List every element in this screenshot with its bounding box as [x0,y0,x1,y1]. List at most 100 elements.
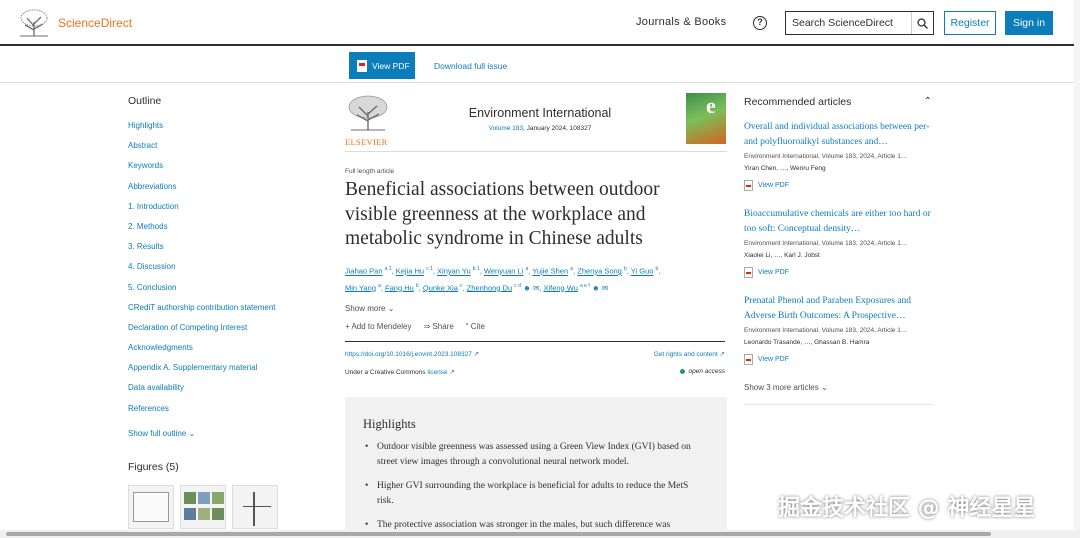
person-icon[interactable]: ☻ [523,283,531,292]
author-affiliation: c d [514,282,521,289]
help-icon[interactable]: ? [753,16,767,30]
add-mendeley-label: Add to Mendeley [351,322,412,331]
outline-item[interactable]: References [128,403,328,423]
outline-item[interactable]: Highlights [128,120,328,140]
figure-photo-graphic [212,492,224,504]
sign-in-button[interactable]: Sign in [1005,11,1053,35]
author-name[interactable]: Xinyan Yu [437,267,471,276]
article-title: Beneficial associations between outdoor … [345,179,660,249]
outline-item[interactable]: Declaration of Competing Interest [128,322,328,342]
outline-item[interactable]: 2. Methods [128,221,328,241]
outline-panel: Outline Highlights Abstract Keywords Abb… [128,95,328,438]
horizontal-scrollbar[interactable] [0,530,1080,538]
highlight-item: Outdoor visible greenness was assessed u… [363,440,703,470]
outline-item[interactable]: Abstract [128,140,328,160]
journal-title[interactable]: Environment International [345,106,735,120]
author-affiliation: b [655,266,659,272]
author-name[interactable]: Kejia Hu [396,267,424,276]
search-button[interactable] [911,12,933,34]
figures-title: Figures (5) [128,461,179,473]
email-icon[interactable]: ✉ [533,283,539,292]
vertical-scrollbar[interactable] [1074,0,1080,538]
outline-item[interactable]: Acknowledgments [128,342,328,362]
author-list: Jiahao Pan a 1, Kejia Hu c 1, Xinyan Yu … [345,266,661,292]
show-full-outline-label: Show full outline [128,428,187,438]
view-pdf-label: View PDF [372,60,410,71]
outline-item[interactable]: Abbreviations [128,181,328,201]
search-input[interactable] [786,12,911,34]
outline-item[interactable]: Appendix A. Supplementary material [128,362,328,382]
author-affiliation: a e f [580,282,590,289]
logo-text: ScienceDirect [58,16,133,30]
view-pdf-button[interactable]: View PDF [349,52,415,79]
download-full-issue-link[interactable]: Download full issue [434,61,507,71]
share-label: Share [432,322,454,331]
open-access-badge: open access [679,368,725,375]
article-type: Full length article [345,168,395,175]
outline-item[interactable]: 3. Results [128,241,328,261]
cite-button[interactable]: “ Cite [466,322,485,341]
outline-item[interactable]: 4. Discussion [128,261,328,281]
author-name[interactable]: Fang Hu [385,283,414,292]
recommended-article-authors: Leonardo Trasande, …, Ghassan B. Hamra [744,339,870,346]
author-name[interactable]: Min Yang [345,283,376,292]
author-name[interactable]: Jiahao Pan [345,267,383,276]
author-name[interactable]: Wenyuan Li [484,267,523,276]
author-affiliation: b 1 [472,266,480,272]
outline-item[interactable]: Keywords [128,160,328,180]
recommended-article-title[interactable]: Overall and individual associations betw… [744,120,934,150]
view-pdf-label: View PDF [758,356,789,363]
elsevier-logo[interactable]: ELSEVIER [345,94,393,147]
recommended-article-title[interactable]: Bioaccumulative chemicals are either too… [744,207,934,237]
author-name[interactable]: Zhenya Song [577,267,622,276]
figure-thumbnail[interactable] [180,485,226,529]
outline-item[interactable]: Data availability [128,382,328,402]
figure-thumbnail[interactable] [232,485,278,529]
top-header: ScienceDirect Journals & Books ? Registe… [0,0,1080,46]
recommended-view-pdf-link[interactable]: View PDF [744,180,934,191]
author-name[interactable]: Qunke Xia [423,283,458,292]
highlights-section: Highlights Outdoor visible greenness was… [345,397,727,538]
share-button[interactable]: ⇒ Share [424,322,454,341]
figure-thumbnail[interactable] [128,485,174,529]
show-more-articles-button[interactable]: Show 3 more articles ⌄ [744,383,828,392]
author-name[interactable]: Yujie Shen [532,267,568,276]
figure-photo-graphic [212,508,224,520]
show-more-button[interactable]: Show more ⌄ [345,304,394,313]
figure-photo-graphic [184,508,196,520]
register-button[interactable]: Register [944,11,996,35]
figure-photo-graphic [184,492,196,504]
recommended-header[interactable]: Recommended articles ⌃ [744,96,932,108]
journals-books-link[interactable]: Journals & Books [636,16,726,28]
recommended-view-pdf-link[interactable]: View PDF [744,267,934,278]
show-full-outline-button[interactable]: Show full outline ⌄ [128,429,328,438]
doi-link[interactable]: https://doi.org/10.1016/j.envint.2023.10… [345,351,472,358]
author-name[interactable]: Zhenhong Du [467,283,512,292]
scrollbar-thumb[interactable] [6,532,991,536]
license-link[interactable]: license [427,369,447,376]
recommended-view-pdf-link[interactable]: View PDF [744,354,934,365]
view-pdf-label: View PDF [758,182,789,189]
author-affiliation: a [570,266,574,272]
sciencedirect-logo[interactable]: ScienceDirect [16,8,132,38]
author-name[interactable]: Yi Guo [631,267,654,276]
outline-item[interactable]: 1. Introduction [128,201,328,221]
article-actions: + Add to Mendeley ⇒ Share “ Cite [345,322,725,342]
get-rights-link[interactable]: Get rights and content ↗ [654,350,725,358]
author-name[interactable]: Xifeng Wu [543,283,577,292]
journal-cover[interactable]: e [686,93,726,144]
highlight-item: Higher GVI surrounding the workplace is … [363,479,703,509]
recommended-article-title[interactable]: Prenatal Phenol and Paraben Exposures an… [744,294,934,324]
volume-link[interactable]: Volume 183 [489,125,523,132]
person-icon[interactable]: ☻ [592,283,600,292]
outline-title: Outline [128,95,162,107]
journal-header: ELSEVIER Environment International Volum… [345,92,727,152]
chevron-up-icon[interactable]: ⌃ [924,96,932,107]
outline-item[interactable]: 5. Conclusion [128,282,328,302]
recommended-article-meta: Environment International, Volume 183, 2… [744,327,908,334]
outline-item[interactable]: CRediT authorship contribution statement [128,302,328,322]
add-to-mendeley-button[interactable]: + Add to Mendeley [345,322,412,341]
author-affiliation: c [460,282,463,289]
email-icon[interactable]: ✉ [602,283,608,292]
author-affiliation: c 1 [426,266,433,272]
